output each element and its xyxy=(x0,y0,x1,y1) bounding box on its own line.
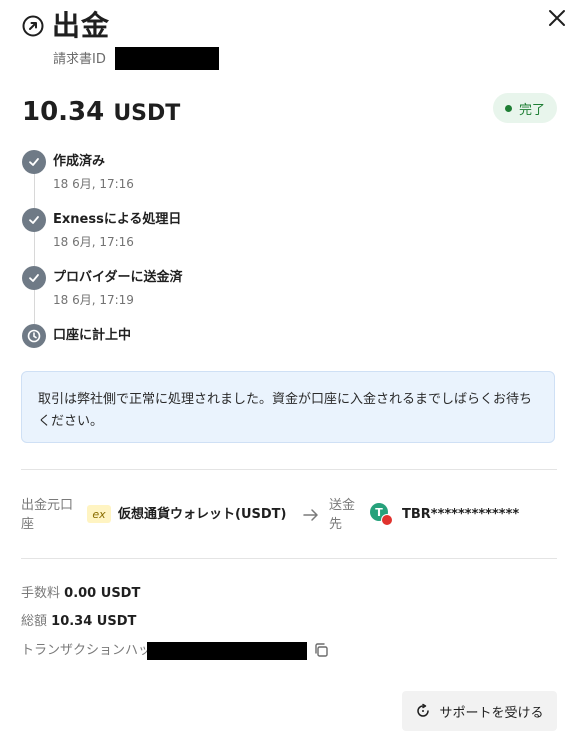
check-icon xyxy=(22,208,46,232)
timeline-connector xyxy=(34,172,35,208)
clock-icon xyxy=(22,324,46,348)
support-icon xyxy=(417,703,430,717)
info-notice: 取引は弊社側で正常に処理されました。資金が口座に入金されるまでしばらくお待ちくだ… xyxy=(21,371,555,443)
support-button-label: サポートを受ける xyxy=(439,705,544,721)
timeline-step-title: プロバイダーに送金済 xyxy=(53,270,183,285)
amount-display: 10.34 USDT xyxy=(22,96,180,130)
exness-logo-icon: ex xyxy=(87,505,111,523)
status-badge: 完了 xyxy=(493,93,557,123)
timeline-step-date: 18 6月, 17:16 xyxy=(53,177,134,191)
total-value: 10.34 USDT xyxy=(51,614,137,629)
timeline-connector xyxy=(34,288,35,324)
total-label: 総額 xyxy=(21,614,48,629)
status-text: 完了 xyxy=(518,102,545,118)
divider xyxy=(21,469,557,470)
timeline-step-title: 作成済み xyxy=(53,154,106,169)
fee-label: 手数料 xyxy=(21,586,61,601)
source-label: 出金元口座 xyxy=(21,498,74,532)
invoice-id-label: 請求書ID xyxy=(53,52,106,67)
destination-label: 送金先 xyxy=(329,498,356,532)
close-icon[interactable] xyxy=(545,6,569,30)
fee-row: 手数料 0.00 USDT xyxy=(21,585,140,603)
amount-currency: USDT xyxy=(113,101,181,126)
fee-value: 0.00 USDT xyxy=(64,586,141,601)
source-wallet: 仮想通貨ウォレット(USDT) xyxy=(118,507,287,522)
timeline-step-title: 口座に計上中 xyxy=(53,328,132,343)
destination-address: TBR************* xyxy=(402,507,520,522)
amount-value: 10.34 xyxy=(22,97,105,127)
page-title: 出金 xyxy=(52,9,111,42)
divider xyxy=(21,558,557,559)
status-dot-icon xyxy=(504,104,512,112)
arrow-right-icon xyxy=(303,509,318,521)
timeline-connector xyxy=(34,230,35,266)
check-icon xyxy=(22,150,46,174)
timeline-step-title: Exnessによる処理日 xyxy=(53,212,182,227)
check-icon xyxy=(22,266,46,290)
invoice-id-redacted xyxy=(115,47,219,70)
timeline-step-date: 18 6月, 17:16 xyxy=(53,235,134,249)
withdrawal-arrow-icon xyxy=(22,15,44,37)
total-row: 総額 10.34 USDT xyxy=(21,613,136,631)
copy-icon[interactable] xyxy=(313,642,329,658)
hash-redacted xyxy=(147,642,307,660)
tron-network-icon xyxy=(381,514,393,526)
timeline-step-date: 18 6月, 17:19 xyxy=(53,293,134,307)
support-button[interactable]: サポートを受ける xyxy=(402,691,557,731)
